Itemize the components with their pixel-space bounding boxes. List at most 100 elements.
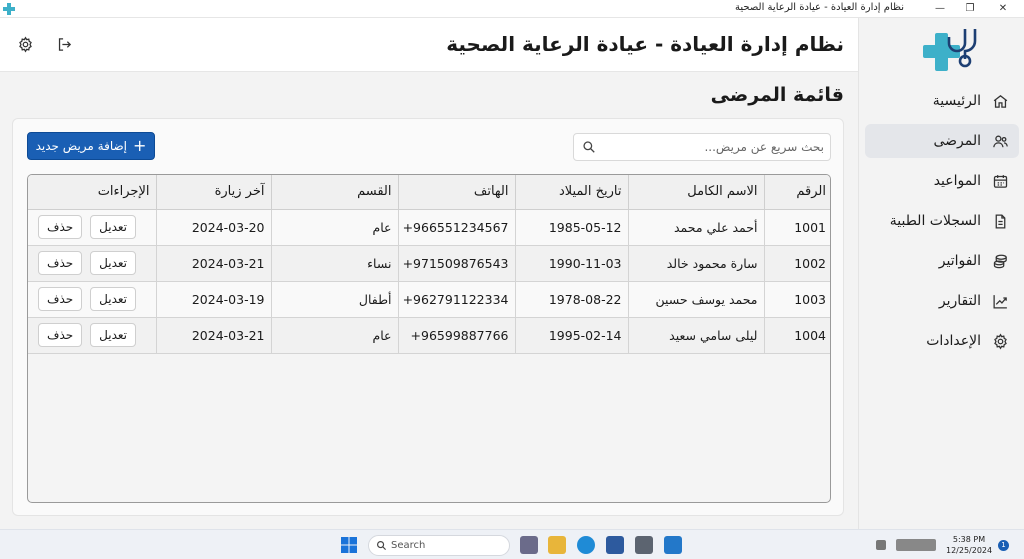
column-header-id[interactable]: الرقم bbox=[763, 175, 830, 210]
cell-department: عام bbox=[270, 209, 398, 246]
file-explorer-icon[interactable] bbox=[548, 536, 566, 554]
settings-button[interactable] bbox=[15, 34, 35, 54]
notification-badge[interactable]: 1 bbox=[998, 540, 1009, 551]
sidebar-item-label: السجلات الطبية bbox=[889, 213, 981, 229]
cell-department: عام bbox=[270, 317, 398, 354]
table-row[interactable]: 1004 ليلى سامي سعيد 1995-02-14 +96599887… bbox=[28, 317, 830, 354]
cell-department: أطفال bbox=[270, 281, 398, 318]
edge-browser-icon[interactable] bbox=[577, 536, 595, 554]
last-visit-value: 2024-03-20 bbox=[191, 219, 265, 235]
cell-name: محمد يوسف حسين bbox=[627, 281, 764, 318]
sidebar: الرئيسية المرضى المواعيد السجلات الطبية … bbox=[858, 18, 1024, 529]
cell-id: 1004 bbox=[763, 317, 830, 354]
cell-last-visit: 2024-03-21 bbox=[155, 245, 271, 282]
system-tray-icons[interactable] bbox=[896, 539, 936, 551]
add-patient-label: إضافة مريض جديد bbox=[35, 139, 128, 153]
taskbar-clock[interactable]: 5:38 PM 12/25/2024 bbox=[946, 534, 992, 556]
cell-last-visit: 2024-03-20 bbox=[155, 209, 271, 246]
cell-name: سارة محمود خالد bbox=[627, 245, 764, 282]
sidebar-item-label: التقارير bbox=[938, 293, 981, 309]
sidebar-item-home[interactable]: الرئيسية bbox=[865, 84, 1019, 118]
cell-dob: 1985-05-12 bbox=[514, 209, 628, 246]
sidebar-item-label: المرضى bbox=[933, 133, 981, 149]
home-icon bbox=[993, 94, 1007, 108]
minimize-button[interactable]: — bbox=[925, 1, 955, 17]
last-visit-value: 2024-03-21 bbox=[191, 255, 265, 271]
sidebar-item-label: المواعيد bbox=[933, 173, 981, 189]
sidebar-item-medical-records[interactable]: السجلات الطبية bbox=[865, 204, 1019, 238]
cell-last-visit: 2024-03-19 bbox=[155, 281, 271, 318]
cell-actions: تعديل حذف bbox=[28, 317, 156, 354]
column-header-last-visit[interactable]: آخر زيارة bbox=[155, 175, 271, 210]
sidebar-item-invoices[interactable]: الفواتير bbox=[865, 244, 1019, 278]
column-header-dob[interactable]: تاريخ الميلاد bbox=[514, 175, 628, 210]
dob-value: 1990-11-03 bbox=[548, 255, 622, 271]
sidebar-item-label: الرئيسية bbox=[932, 93, 981, 109]
table-row[interactable]: 1003 محمد يوسف حسين 1978-08-22 +96279112… bbox=[28, 281, 830, 318]
column-header-name[interactable]: الاسم الكامل bbox=[627, 175, 764, 210]
window-titlebar: نظام إدارة العيادة - عيادة الرعاية الصحي… bbox=[0, 0, 1024, 18]
table-row[interactable]: 1001 أحمد علي محمد 1985-05-12 +966551234… bbox=[28, 209, 830, 246]
copilot-icon[interactable] bbox=[520, 536, 538, 554]
cell-actions: تعديل حذف bbox=[28, 281, 156, 318]
sidebar-item-reports[interactable]: التقارير bbox=[865, 284, 1019, 318]
app-title: نظام إدارة العيادة - عيادة الرعاية الصحي… bbox=[446, 32, 844, 56]
cell-id: 1003 bbox=[763, 281, 830, 318]
app-logo-icon bbox=[3, 3, 15, 15]
sidebar-item-settings[interactable]: الإعدادات bbox=[865, 324, 1019, 358]
column-header-phone[interactable]: الهاتف bbox=[397, 175, 515, 210]
phone-value: +962791122334 bbox=[402, 291, 509, 307]
search-input[interactable] bbox=[604, 137, 824, 157]
maximize-button[interactable]: ❐ bbox=[955, 1, 985, 17]
cell-id: 1002 bbox=[763, 245, 830, 282]
column-header-department[interactable]: القسم bbox=[270, 175, 398, 210]
vscode-icon[interactable] bbox=[664, 536, 682, 554]
phone-value: +966551234567 bbox=[402, 219, 509, 235]
cell-phone: +962791122334 bbox=[397, 281, 515, 318]
windows-start-icon[interactable] bbox=[340, 536, 358, 554]
users-icon bbox=[992, 135, 1008, 147]
add-patient-button[interactable]: + إضافة مريض جديد bbox=[27, 132, 155, 160]
table-header-row: الرقم الاسم الكامل تاريخ الميلاد الهاتف … bbox=[28, 175, 830, 210]
settings-app-icon[interactable] bbox=[635, 536, 653, 554]
delete-button[interactable]: حذف bbox=[38, 215, 83, 239]
phone-value: +971509876543 bbox=[402, 255, 509, 271]
dob-value: 1995-02-14 bbox=[548, 327, 622, 343]
delete-button[interactable]: حذف bbox=[38, 251, 83, 275]
table-row[interactable]: 1002 سارة محمود خالد 1990-11-03 +9715098… bbox=[28, 245, 830, 282]
gear-icon bbox=[993, 333, 1007, 349]
tray-chevron-icon[interactable] bbox=[876, 540, 886, 550]
store-icon[interactable] bbox=[606, 536, 624, 554]
cell-actions: تعديل حذف bbox=[28, 245, 156, 282]
edit-button[interactable]: تعديل bbox=[90, 215, 137, 239]
dob-value: 1985-05-12 bbox=[548, 219, 622, 235]
logout-button[interactable] bbox=[54, 34, 74, 54]
clock-date: 12/25/2024 bbox=[946, 546, 993, 555]
window-title: نظام إدارة العيادة - عيادة الرعاية الصحي… bbox=[735, 2, 904, 13]
edit-button[interactable]: تعديل bbox=[90, 287, 137, 311]
edit-button[interactable]: تعديل bbox=[90, 323, 137, 347]
search-icon[interactable] bbox=[582, 140, 596, 154]
close-button[interactable]: ✕ bbox=[988, 1, 1018, 17]
delete-button[interactable]: حذف bbox=[38, 323, 83, 347]
patients-table: الرقم الاسم الكامل تاريخ الميلاد الهاتف … bbox=[27, 174, 831, 503]
clinic-logo-icon bbox=[923, 29, 977, 71]
edit-button[interactable]: تعديل bbox=[90, 251, 137, 275]
document-icon bbox=[995, 213, 1005, 229]
search-icon bbox=[377, 541, 387, 551]
cell-dob: 1990-11-03 bbox=[514, 245, 628, 282]
cell-phone: +966551234567 bbox=[397, 209, 515, 246]
taskbar-search[interactable]: Search bbox=[368, 535, 510, 556]
plus-icon: + bbox=[133, 136, 147, 155]
app-header: نظام إدارة العيادة - عيادة الرعاية الصحي… bbox=[0, 18, 858, 72]
cell-department: نساء bbox=[270, 245, 398, 282]
sidebar-item-appointments[interactable]: المواعيد bbox=[865, 164, 1019, 198]
cell-phone: +96599887766 bbox=[397, 317, 515, 354]
calendar-icon bbox=[993, 174, 1007, 188]
column-header-actions: الإجراءات bbox=[28, 175, 156, 210]
taskbar-search-label: Search bbox=[391, 540, 426, 551]
delete-button[interactable]: حذف bbox=[38, 287, 83, 311]
last-visit-value: 2024-03-21 bbox=[191, 327, 265, 343]
sidebar-item-patients[interactable]: المرضى bbox=[865, 124, 1019, 158]
gear-icon bbox=[18, 36, 32, 52]
